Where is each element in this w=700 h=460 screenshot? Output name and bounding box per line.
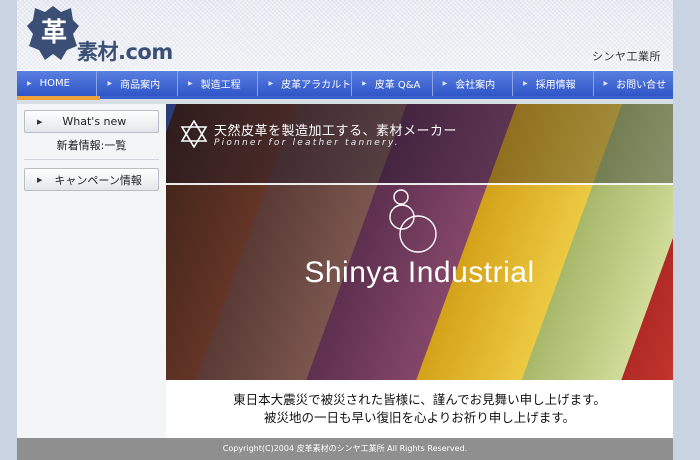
copyright-text: Copyright(C)2004 皮革素材のシンヤ工業所 All Rights … xyxy=(222,444,468,453)
site-logo[interactable]: 革 素材.com xyxy=(27,4,187,64)
earthquake-notice: 東日本大震災で被災された皆様に、謹んでお見舞い申し上げます。 被災地の一日も早い… xyxy=(166,380,673,438)
site-footer: Copyright(C)2004 皮革素材のシンヤ工業所 All Rights … xyxy=(17,438,673,460)
nav-item-label: 採用情報 xyxy=(535,80,576,91)
site-header: 革 素材.com シンヤ工業所 xyxy=(17,0,673,70)
circles-logo-icon xyxy=(389,189,437,253)
triangle-right-icon: ▶ xyxy=(268,80,274,87)
nav-item-company[interactable]: ▶ 会社案内 xyxy=(433,71,514,96)
triangle-right-icon: ▶ xyxy=(523,80,528,87)
triangle-right-icon: ▶ xyxy=(37,117,43,126)
triangle-right-icon: ▶ xyxy=(603,80,609,87)
campaign-button[interactable]: ▶ キャンペーン情報 xyxy=(24,168,159,191)
hexagram-emblem-icon xyxy=(180,120,208,148)
whats-new-label: What's new xyxy=(62,115,127,128)
hero-tagline-jp: 天然皮革を製造加工する、素材メーカー xyxy=(214,124,458,139)
triangle-right-icon: ▶ xyxy=(27,80,32,87)
nav-item-label: 会社案内 xyxy=(455,80,496,91)
nav-item-process[interactable]: ▶ 製造工程 xyxy=(178,71,259,96)
main-nav: ▶ HOME ▶ 商品案内 ▶ 製造工程 ▶ 皮革アラカルト ▶ 皮革 Q&A ▶ 会社案内… xyxy=(17,71,673,96)
nav-item-label: 皮革アラカルト xyxy=(281,80,352,91)
logo-kanji: 革 xyxy=(40,18,67,48)
campaign-label: キャンペーン情報 xyxy=(54,173,142,187)
active-indicator xyxy=(17,96,100,100)
company-name: シンヤ工業所 xyxy=(592,50,661,63)
nav-item-label: 商品案内 xyxy=(120,80,161,91)
notice-line-1: 東日本大震災で被災された皆様に、謹んでお見舞い申し上げます。 xyxy=(233,392,606,407)
nav-item-label: 製造工程 xyxy=(200,80,241,91)
divider xyxy=(24,159,159,160)
nav-item-leather-qa[interactable]: ▶ 皮革 Q&A xyxy=(352,71,433,96)
hero-title: Shinya Industrial xyxy=(304,256,535,289)
nav-item-recruit[interactable]: ▶ 採用情報 xyxy=(513,71,594,96)
news-list-link[interactable]: 新着情報:一覧 xyxy=(17,137,166,153)
nav-item-leather-alacarte[interactable]: ▶ 皮革アラカルト xyxy=(258,71,353,96)
hero-tagline-en: Pionner for leather tannery. xyxy=(214,138,400,148)
notice-line-2: 被災地の一日も早い復旧を心よりお祈り申し上げます。 xyxy=(263,410,575,425)
triangle-right-icon: ▶ xyxy=(442,80,448,87)
nav-item-label: お問い合せ xyxy=(616,80,667,91)
hero-divider xyxy=(166,183,673,185)
page: 革 素材.com シンヤ工業所 ▶ HOME ▶ 商品案内 ▶ 製造工程 ▶ 皮革アラカ… xyxy=(17,0,673,460)
nav-item-home[interactable]: ▶ HOME xyxy=(17,71,98,96)
nav-item-label: HOME xyxy=(39,78,70,89)
sidebar: ▶ What's new 新着情報:一覧 ▶ キャンペーン情報 xyxy=(17,104,166,438)
logo-text: 素材.com xyxy=(77,40,173,64)
triangle-right-icon: ▶ xyxy=(187,80,193,87)
hero-banner: 天然皮革を製造加工する、素材メーカー Pionner for leather t… xyxy=(166,104,673,380)
nav-underline xyxy=(17,96,673,104)
nav-rule xyxy=(100,96,673,99)
triangle-right-icon: ▶ xyxy=(37,175,43,184)
nav-item-products[interactable]: ▶ 商品案内 xyxy=(97,71,178,96)
triangle-right-icon: ▶ xyxy=(107,80,113,87)
nav-item-label: 皮革 Q&A xyxy=(374,80,421,91)
whats-new-button[interactable]: ▶ What's new xyxy=(24,110,159,133)
triangle-right-icon: ▶ xyxy=(362,80,367,87)
nav-item-contact[interactable]: ▶ お問い合せ xyxy=(594,71,673,96)
